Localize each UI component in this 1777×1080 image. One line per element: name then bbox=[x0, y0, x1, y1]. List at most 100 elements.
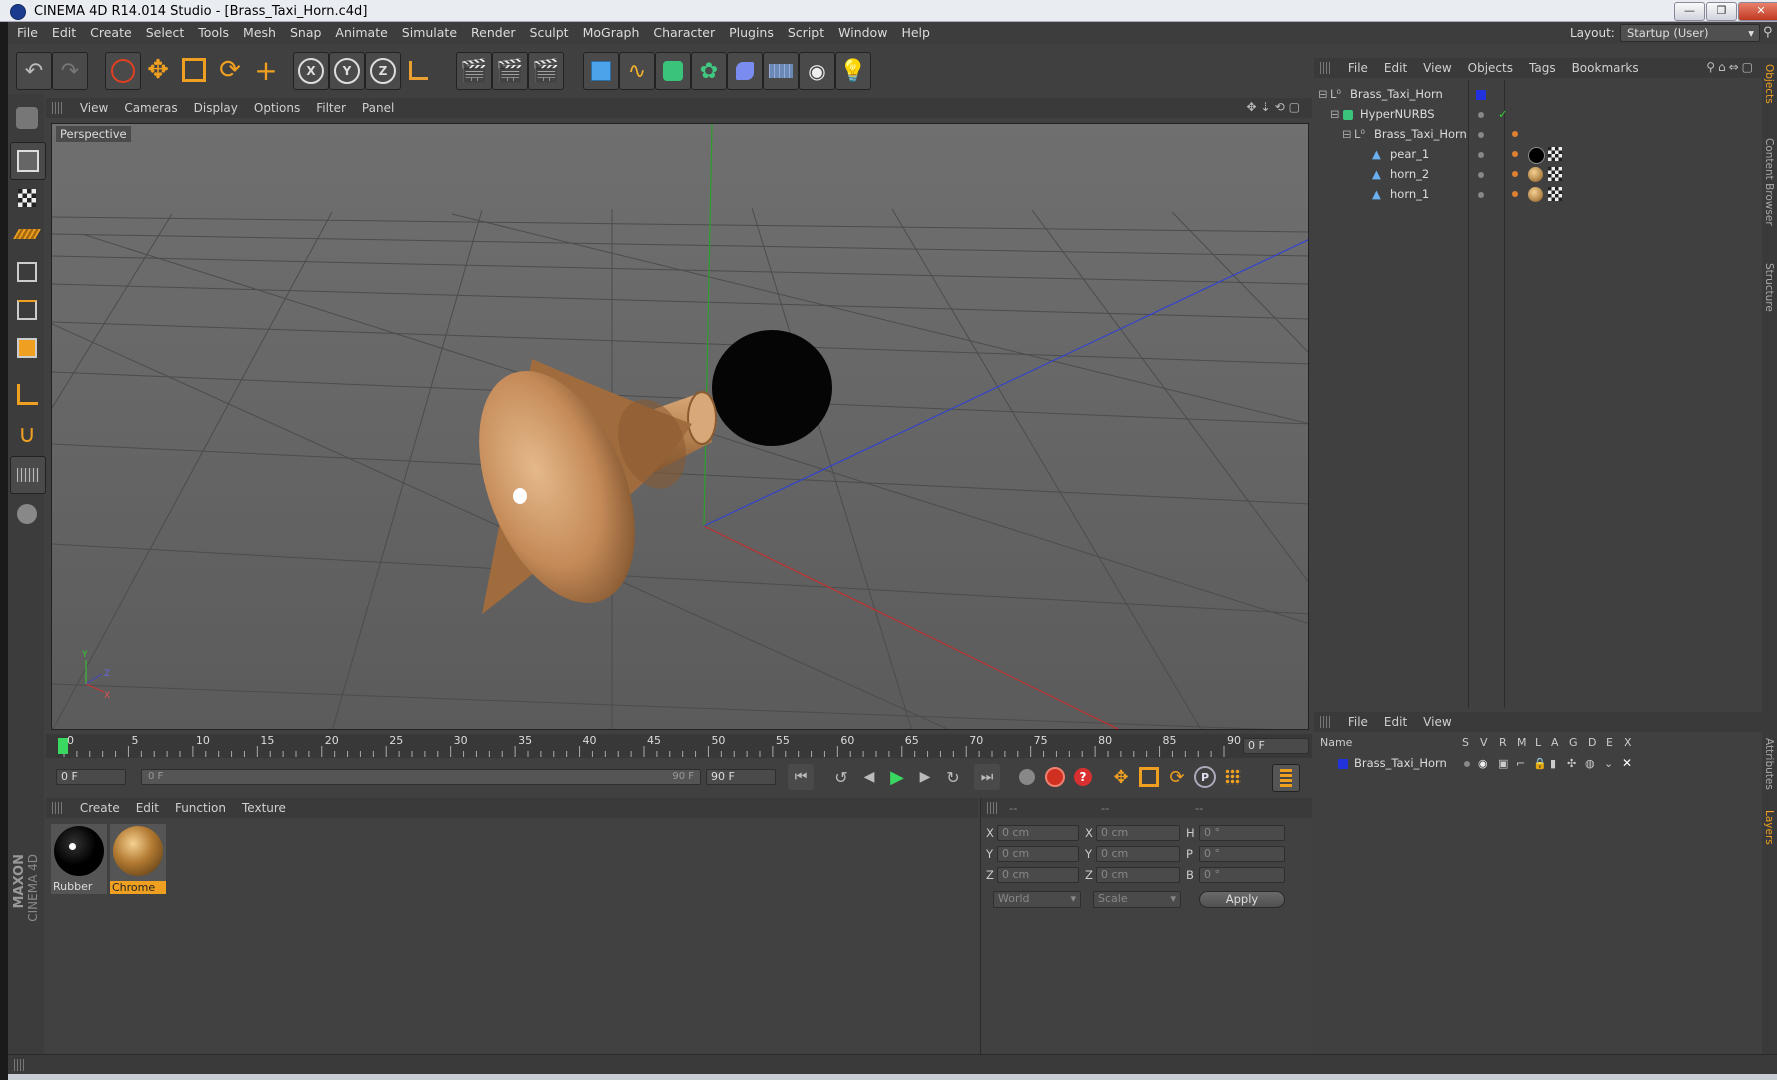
menu-edit[interactable]: Edit bbox=[45, 22, 83, 44]
pos-x-field[interactable]: 0 cm bbox=[997, 825, 1079, 841]
rot-p-field[interactable]: 0 ° bbox=[1199, 846, 1285, 862]
key-scale-button[interactable] bbox=[1136, 764, 1162, 790]
render-settings-button[interactable]: 🎬 bbox=[528, 52, 564, 90]
current-frame-field[interactable]: 0 F bbox=[1243, 738, 1309, 754]
viewport-menu-options[interactable]: Options bbox=[246, 98, 308, 118]
coord-system-select[interactable]: World ▾ bbox=[993, 891, 1081, 908]
objects-menu-file[interactable]: File bbox=[1340, 58, 1376, 78]
maximize-button[interactable]: ❐ bbox=[1706, 2, 1737, 21]
apply-button[interactable]: Apply bbox=[1199, 891, 1285, 908]
x-axis-button[interactable]: X bbox=[293, 52, 329, 90]
minimize-button[interactable]: — bbox=[1674, 2, 1705, 21]
menu-snap[interactable]: Snap bbox=[283, 22, 328, 44]
layer-row-brass-taxi-horn[interactable]: Brass_Taxi_Horn ◉ ▣ ⌐ 🔒 ▮ ✣ ◍ ⌄ ✕ bbox=[1314, 754, 1762, 773]
rot-b-field[interactable]: 0 ° bbox=[1199, 867, 1285, 883]
viewport-menu-cameras[interactable]: Cameras bbox=[116, 98, 185, 118]
play-button[interactable]: ▶ bbox=[884, 764, 910, 790]
material-chrome[interactable]: Chrome bbox=[110, 824, 166, 894]
rot-h-field[interactable]: 0 ° bbox=[1199, 825, 1285, 841]
objects-menu-objects[interactable]: Objects bbox=[1460, 58, 1521, 78]
size-x-field[interactable]: 0 cm bbox=[1096, 825, 1180, 841]
snap-button[interactable]: ∪ bbox=[10, 416, 44, 452]
move-tool-button[interactable]: ✥ bbox=[141, 52, 175, 88]
phong-tag-icon[interactable] bbox=[1512, 131, 1518, 137]
menu-script[interactable]: Script bbox=[781, 22, 831, 44]
render-picture-viewer-button[interactable]: 🎬 bbox=[492, 52, 528, 90]
layers-menu-edit[interactable]: Edit bbox=[1376, 712, 1415, 732]
object-row-horn-2[interactable]: ▲ horn_2 bbox=[1314, 165, 1762, 184]
tab-layers[interactable]: Layers bbox=[1763, 810, 1775, 845]
rubber-material-tag[interactable] bbox=[1528, 147, 1545, 164]
end-frame-field[interactable]: 90 F bbox=[706, 769, 776, 785]
size-z-field[interactable]: 0 cm bbox=[1096, 867, 1180, 883]
tree-collapse-icon[interactable]: ⊟ bbox=[1330, 105, 1340, 124]
search-icon[interactable]: ⚲ bbox=[1763, 25, 1773, 40]
material-menu-function[interactable]: Function bbox=[167, 798, 234, 818]
rotate-tool-button[interactable]: ⟳ bbox=[213, 52, 247, 88]
edges-mode-button[interactable] bbox=[10, 292, 44, 328]
panel-gripper-icon[interactable] bbox=[14, 1059, 24, 1071]
menu-mograph[interactable]: MoGraph bbox=[576, 22, 647, 44]
col-expressions[interactable]: E bbox=[1606, 736, 1613, 749]
go-to-end-button[interactable]: ⏭ bbox=[974, 764, 1000, 790]
col-animation[interactable]: A bbox=[1551, 736, 1559, 749]
object-row-horn-1[interactable]: ▲ horn_1 bbox=[1314, 185, 1762, 204]
eye-icon[interactable]: ◉ bbox=[1478, 754, 1488, 773]
objects-menu-view[interactable]: View bbox=[1415, 58, 1459, 78]
visibility-dot[interactable] bbox=[1478, 132, 1484, 138]
visibility-dot[interactable] bbox=[1478, 192, 1484, 198]
uvw-tag-icon[interactable] bbox=[1548, 147, 1562, 161]
manager-icon[interactable]: ⌐ bbox=[1516, 754, 1525, 773]
key-pla-button[interactable] bbox=[1220, 764, 1246, 790]
add-camera-button[interactable]: ◉ bbox=[799, 52, 835, 90]
tab-structure[interactable]: Structure bbox=[1763, 263, 1775, 312]
phong-tag-icon[interactable] bbox=[1512, 151, 1518, 157]
panel-gripper-icon[interactable] bbox=[52, 102, 62, 114]
col-render[interactable]: R bbox=[1499, 736, 1507, 749]
viewport-menu-view[interactable]: View bbox=[72, 98, 116, 118]
objects-menu-bookmarks[interactable]: Bookmarks bbox=[1564, 58, 1647, 78]
size-y-field[interactable]: 0 cm bbox=[1096, 846, 1180, 862]
col-locked[interactable]: L bbox=[1535, 736, 1541, 749]
object-row-hypernurbs[interactable]: ⊟ HyperNURBS ✓ bbox=[1314, 105, 1762, 124]
points-mode-button[interactable] bbox=[10, 254, 44, 290]
menu-character[interactable]: Character bbox=[646, 22, 722, 44]
material-menu-create[interactable]: Create bbox=[72, 798, 128, 818]
record-keys-button[interactable] bbox=[1014, 764, 1040, 790]
viewport-menu-panel[interactable]: Panel bbox=[354, 98, 402, 118]
model-mode-button[interactable] bbox=[10, 142, 46, 180]
chrome-material-tag[interactable] bbox=[1528, 167, 1543, 182]
add-tool-button[interactable]: + bbox=[249, 52, 283, 88]
redo-button[interactable]: ↷ bbox=[52, 52, 88, 90]
undo-button[interactable]: ↶ bbox=[16, 52, 52, 90]
viewport-menu-display[interactable]: Display bbox=[186, 98, 246, 118]
add-spline-button[interactable]: ∿ bbox=[619, 52, 655, 90]
add-light-button[interactable]: 💡 bbox=[835, 52, 871, 90]
add-deformer-button[interactable] bbox=[727, 52, 763, 90]
close-button[interactable]: ✕ bbox=[1738, 2, 1777, 21]
timeline-ruler[interactable]: 0 5 10 15 20 25 30 35 40 45 50 55 60 65 70 75 80 85 90 0 F bbox=[46, 734, 1312, 758]
key-position-button[interactable]: ✥ bbox=[1108, 764, 1134, 790]
axis-mode-button[interactable] bbox=[10, 376, 44, 412]
texture-mode-button[interactable] bbox=[10, 180, 44, 216]
menu-plugins[interactable]: Plugins bbox=[722, 22, 781, 44]
tree-collapse-icon[interactable]: ⊟ bbox=[1318, 85, 1328, 104]
menu-mesh[interactable]: Mesh bbox=[236, 22, 283, 44]
prev-key-button[interactable]: ↺ bbox=[828, 764, 854, 790]
make-editable-button[interactable] bbox=[10, 100, 44, 136]
tab-content-browser[interactable]: Content Browser bbox=[1763, 138, 1775, 226]
tab-attributes[interactable]: Attributes bbox=[1763, 738, 1775, 790]
generator-icon[interactable]: ✣ bbox=[1567, 754, 1576, 773]
col-solo[interactable]: S bbox=[1462, 736, 1469, 749]
layers-menu-file[interactable]: File bbox=[1340, 712, 1376, 732]
animation-icon[interactable]: ▮ bbox=[1550, 754, 1556, 773]
coordinate-system-button[interactable] bbox=[401, 52, 435, 88]
add-floor-button[interactable] bbox=[763, 52, 799, 90]
add-cube-button[interactable] bbox=[583, 52, 619, 90]
pos-z-field[interactable]: 0 cm bbox=[997, 867, 1079, 883]
layer-color-swatch[interactable] bbox=[1338, 759, 1348, 769]
visibility-dot[interactable] bbox=[1478, 112, 1484, 118]
objects-search-home-icons[interactable]: ⚲⌂⇔▢ bbox=[1706, 60, 1756, 74]
menu-sculpt[interactable]: Sculpt bbox=[523, 22, 576, 44]
autokey-button[interactable] bbox=[1042, 764, 1068, 790]
